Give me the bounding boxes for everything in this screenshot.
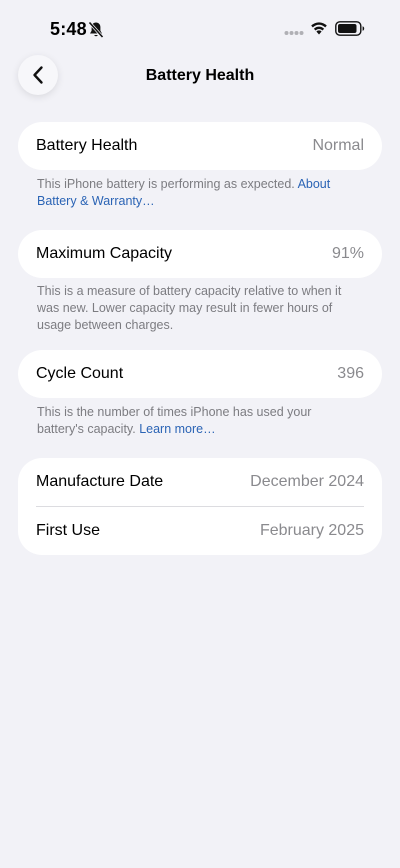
dates-card: Manufacture Date December 2024 First Use… [18,458,382,555]
maximum-capacity-card: Maximum Capacity 91% [18,230,382,278]
battery-health-row: Battery Health Normal [18,122,382,170]
maximum-capacity-note: This is a measure of battery capacity re… [37,284,342,332]
wifi-icon [311,22,327,35]
maximum-capacity-label: Maximum Capacity [36,245,173,262]
status-time: 5:48 [50,19,87,39]
battery-health-note: This iPhone battery is performing as exp… [37,176,347,210]
bell-slash-icon [88,21,104,39]
cycle-count-note: This is the number of times iPhone has u… [37,404,347,438]
battery-health-label: Battery Health [36,137,138,154]
cycle-count-row: Cycle Count 396 [18,350,382,398]
navigation-bar: Battery Health [0,52,400,102]
battery-icon [335,21,365,36]
first-use-value: February 2025 [259,522,364,539]
maximum-capacity-value: 91% [331,245,364,262]
cycle-count-value: 396 [337,365,364,382]
battery-health-card: Battery Health Normal [18,122,382,170]
first-use-row: First Use February 2025 [18,507,382,555]
battery-health-note-text: This iPhone battery is performing as exp… [37,177,298,191]
page-title: Battery Health [145,67,255,84]
first-use-label: First Use [36,522,100,539]
manufacture-date-value: December 2024 [250,473,364,490]
manufacture-date-label: Manufacture Date [36,473,164,490]
maximum-capacity-row: Maximum Capacity 91% [18,230,382,278]
cycle-count-label: Cycle Count [36,365,124,382]
cycle-count-card: Cycle Count 396 [18,350,382,398]
signal-dots-icon [284,31,304,35]
learn-more-link[interactable]: Learn more… [139,422,215,436]
manufacture-date-row: Manufacture Date December 2024 [18,458,382,506]
battery-health-value: Normal [312,137,364,154]
status-bar: 5:48 [0,0,400,56]
